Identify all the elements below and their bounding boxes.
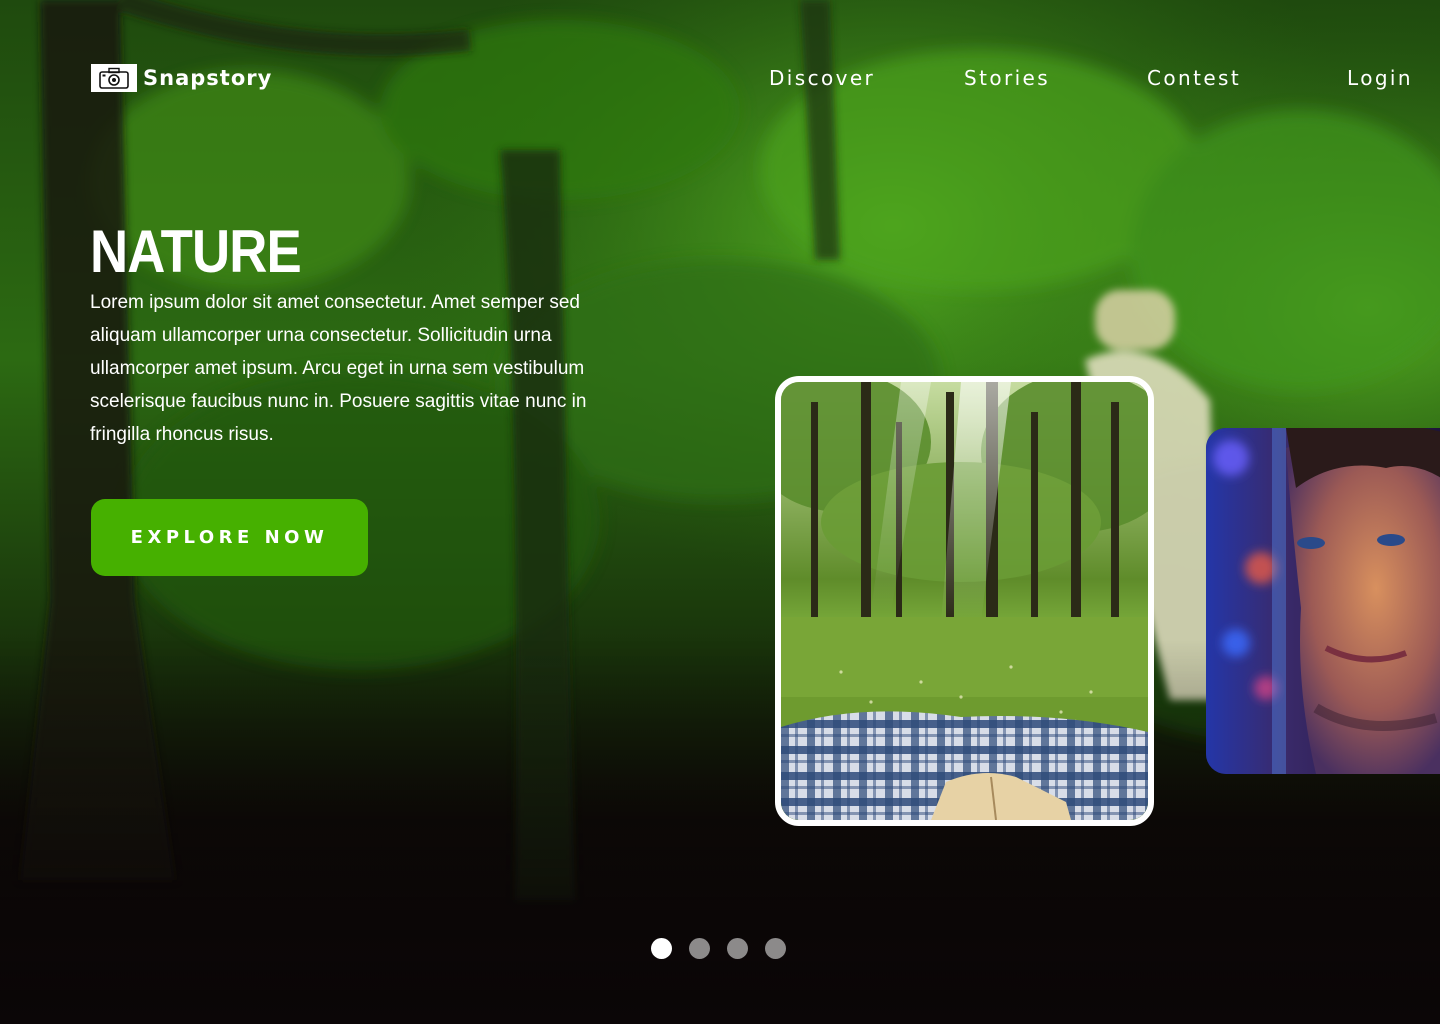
carousel-dot-4[interactable]	[765, 938, 786, 959]
explore-now-button[interactable]: EXPLORE NOW	[91, 499, 368, 576]
slide-forest-picnic-photo[interactable]	[775, 376, 1154, 826]
carousel-pagination	[651, 938, 786, 959]
carousel-dot-1[interactable]	[651, 938, 672, 959]
hero-title: NATURE	[90, 218, 302, 285]
camera-icon	[91, 64, 137, 92]
hero-description: Lorem ipsum dolor sit amet consectetur. …	[90, 292, 587, 445]
nav-discover[interactable]: Discover	[769, 66, 875, 90]
slide-neon-portrait-photo[interactable]	[1206, 428, 1440, 774]
forest-picnic-image	[781, 382, 1148, 820]
nav-login[interactable]: Login	[1347, 66, 1413, 90]
neon-portrait-image	[1206, 428, 1440, 774]
carousel-dot-2[interactable]	[689, 938, 710, 959]
nav-stories[interactable]: Stories	[964, 66, 1050, 90]
brand-name: Snapstory	[143, 66, 273, 90]
carousel-dot-3[interactable]	[727, 938, 748, 959]
brand-logo[interactable]: Snapstory	[91, 64, 272, 92]
nav-contest[interactable]: Contest	[1147, 66, 1241, 90]
